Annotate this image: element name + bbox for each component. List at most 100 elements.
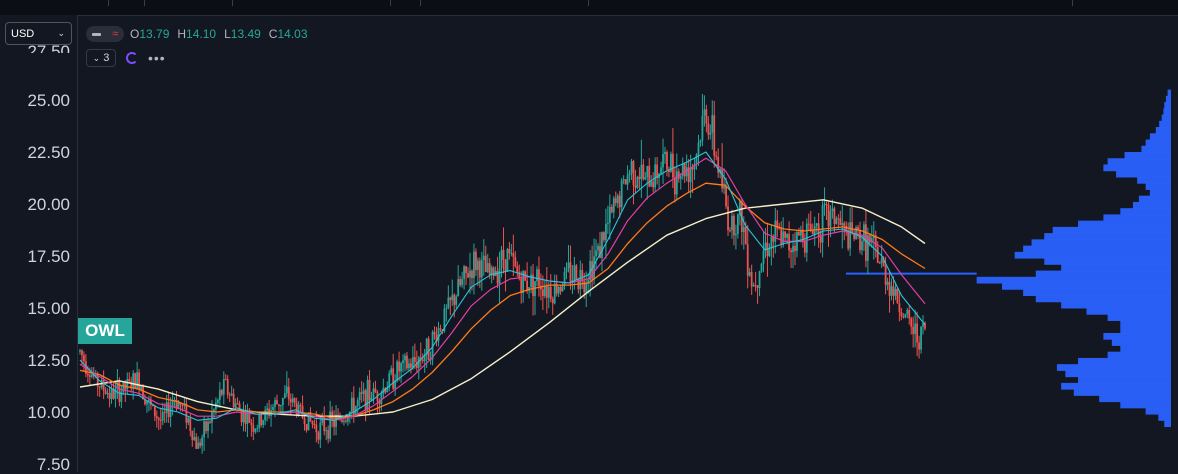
volume-profile-bar <box>1145 407 1171 415</box>
volume-profile-bar <box>1044 233 1171 240</box>
more-options-icon[interactable]: ••• <box>148 50 166 66</box>
candle-body <box>427 338 430 360</box>
candle-body <box>459 279 462 286</box>
candle-body <box>327 430 330 439</box>
toolbar-separator <box>108 0 109 6</box>
candle-body <box>559 286 562 292</box>
volume-profile-bar <box>1103 214 1171 222</box>
candle-body <box>504 259 507 272</box>
candle-body <box>350 397 353 412</box>
price-axis: 27.50 25.00 22.50 20.00 17.50 15.00 12.5… <box>0 15 78 474</box>
candle-body <box>471 270 473 278</box>
candle-body <box>110 388 113 400</box>
top-toolbar-strip <box>0 0 1178 16</box>
candle-body <box>807 223 810 225</box>
candle-body <box>126 379 129 390</box>
candle-body <box>843 223 846 226</box>
candle-body <box>746 244 749 276</box>
candle-body <box>410 363 412 368</box>
indicators-collapse-button[interactable]: ⌄ 3 <box>86 49 116 67</box>
candle-body <box>876 246 879 263</box>
candle-body <box>278 404 280 407</box>
candle-body <box>463 266 465 279</box>
volume-profile-bar <box>1023 245 1171 253</box>
y-tick-label: 15.00 <box>27 299 70 318</box>
candle-body <box>364 390 367 411</box>
candle-body <box>226 379 229 395</box>
volume-profile-bar <box>1078 376 1171 384</box>
candle-body <box>413 357 416 362</box>
candle-body <box>514 256 517 267</box>
candle-body <box>325 430 328 432</box>
volume-profile-bar <box>1014 251 1171 259</box>
toolbar-separator <box>144 0 145 6</box>
candle-body <box>360 392 363 394</box>
candle-body <box>707 123 710 135</box>
ohlc-low: L13.49 <box>224 27 261 41</box>
candle-body <box>638 176 641 180</box>
candle-body <box>207 421 209 432</box>
volume-profile-bar <box>1120 401 1171 409</box>
candle-body <box>736 214 739 234</box>
candle-body <box>252 425 255 432</box>
candle-body <box>447 297 450 308</box>
candle-body <box>299 404 302 406</box>
candle-body <box>605 223 607 241</box>
candle-body <box>390 368 393 374</box>
candle-body <box>498 268 501 284</box>
candle-body <box>920 326 922 350</box>
chevron-down-icon: ⌄ <box>57 28 65 38</box>
indicator-count: 3 <box>103 52 110 64</box>
candle-body <box>709 132 712 135</box>
candle-body <box>236 403 239 405</box>
candle-body <box>343 420 345 422</box>
volume-profile-bar <box>1002 283 1171 290</box>
candle-body <box>859 230 861 251</box>
candle-body <box>451 294 454 301</box>
candle-body <box>163 412 166 414</box>
candle-body <box>880 258 883 263</box>
ohlc-legend: ≈ O13.79 H14.10 L13.49 C14.03 <box>86 25 310 43</box>
candle-body <box>758 271 761 288</box>
candle-body <box>825 203 828 205</box>
candle-body <box>345 420 347 422</box>
volume-profile-bar <box>1031 239 1171 247</box>
price-chart[interactable] <box>78 15 1178 472</box>
currency-value: USD <box>11 27 35 40</box>
candle-body <box>573 265 576 281</box>
candle-body <box>754 285 757 287</box>
candle-body <box>197 442 200 449</box>
candle-body <box>469 270 471 278</box>
candle-body <box>626 175 629 185</box>
ohlc-open: O13.79 <box>130 27 170 41</box>
candle-body <box>88 375 91 377</box>
candle-body <box>433 331 436 335</box>
candle-body <box>827 204 830 227</box>
candle-body <box>341 419 343 422</box>
volume-profile-bar <box>1052 226 1171 234</box>
candle-body <box>618 195 621 208</box>
candle-body <box>723 186 725 189</box>
candle-body <box>506 248 509 272</box>
volume-profile-bar <box>1120 208 1171 215</box>
candle-body <box>786 234 789 238</box>
candle-body <box>644 177 647 180</box>
volume-profile-bar <box>1167 89 1171 97</box>
candle-body <box>849 222 852 249</box>
currency-select[interactable]: USD ⌄ <box>5 22 72 45</box>
candle-body <box>567 262 570 268</box>
candle-body <box>778 228 781 230</box>
chart-type-toggle[interactable]: ≈ <box>86 26 124 42</box>
candle-body <box>289 399 292 403</box>
candle-body <box>297 404 300 416</box>
candle-body <box>823 203 826 206</box>
candle-body <box>222 379 225 395</box>
volume-profile-bar <box>1107 351 1171 359</box>
candle-body <box>293 398 296 403</box>
candle-body <box>752 285 755 287</box>
candle-body <box>254 428 257 432</box>
candle-body <box>319 422 322 440</box>
candle-body <box>232 393 235 408</box>
candle-body <box>595 250 597 257</box>
candle-body <box>465 266 467 274</box>
